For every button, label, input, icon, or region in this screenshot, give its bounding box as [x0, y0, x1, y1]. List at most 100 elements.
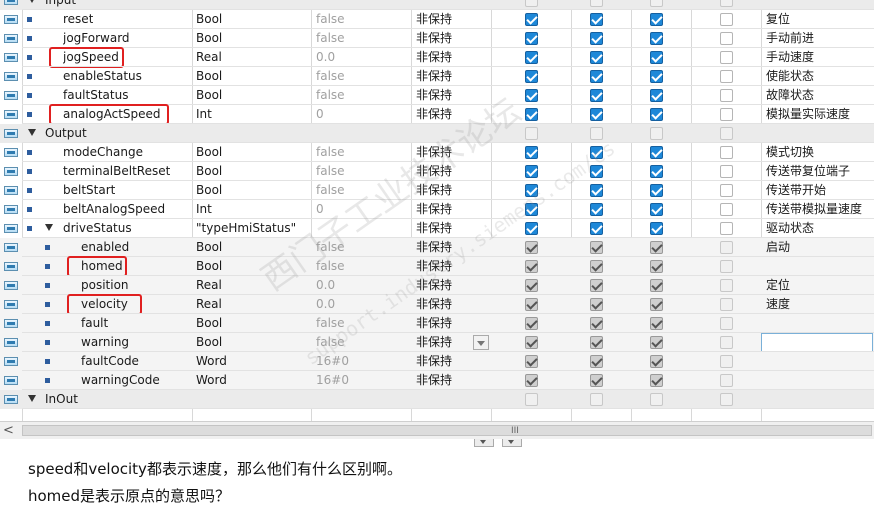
variable-name[interactable]: reset [63, 10, 93, 29]
visible-in-hmi-checkbox[interactable] [650, 184, 663, 197]
variable-name[interactable]: beltAnalogSpeed [63, 200, 165, 219]
retain-setting[interactable]: 非保持 [416, 314, 452, 333]
visible-in-hmi-checkbox[interactable] [650, 165, 663, 178]
variable-name[interactable]: terminalBeltReset [63, 162, 170, 181]
default-value[interactable]: false [316, 314, 345, 333]
comment-text[interactable]: 定位 [766, 276, 790, 295]
retain-setting[interactable]: 非保持 [416, 162, 452, 181]
data-type[interactable]: Bool [196, 333, 222, 352]
comment-text[interactable]: 复位 [766, 10, 790, 29]
comment-text[interactable]: 使能状态 [766, 67, 814, 86]
data-type[interactable]: Real [196, 48, 222, 67]
variable-name[interactable]: driveStatus [63, 219, 132, 238]
accessible-from-hmi-checkbox[interactable] [525, 184, 538, 197]
table-row[interactable]: homed Bool false 非保持 [0, 256, 874, 277]
variable-name[interactable]: beltStart [63, 181, 115, 200]
visible-in-hmi-checkbox[interactable] [650, 203, 663, 216]
variable-name[interactable]: warningCode [81, 371, 160, 390]
visible-in-hmi-checkbox[interactable] [650, 260, 663, 273]
default-value[interactable]: 16#0 [316, 371, 349, 390]
default-value[interactable]: 0.0 [316, 276, 335, 295]
data-type[interactable]: Bool [196, 67, 222, 86]
default-value[interactable]: false [316, 257, 345, 276]
writable-from-hmi-checkbox[interactable] [590, 108, 603, 121]
table-row[interactable]: modeChange Bool false 非保持 模式切换 [0, 143, 874, 162]
visible-in-hmi-checkbox[interactable] [650, 336, 663, 349]
section-row[interactable]: Output [0, 124, 874, 143]
variable-name[interactable]: faultCode [81, 352, 139, 371]
writable-from-hmi-checkbox[interactable] [590, 184, 603, 197]
retain-setting[interactable]: 非保持 [416, 238, 452, 257]
default-value[interactable]: false [316, 143, 345, 162]
table-row[interactable]: enableStatus Bool false 非保持 使能状态 [0, 67, 874, 86]
collapse-triangle-icon[interactable] [28, 129, 36, 136]
comment-text[interactable]: 模拟量实际速度 [766, 105, 850, 124]
writable-from-hmi-checkbox[interactable] [590, 203, 603, 216]
default-value[interactable]: 16#0 [316, 352, 349, 371]
retain-setting[interactable]: 非保持 [416, 276, 452, 295]
table-row[interactable]: warning Bool false 非保持 [0, 333, 874, 352]
setpoint-checkbox[interactable] [720, 70, 733, 83]
data-type[interactable]: Bool [196, 143, 222, 162]
data-type[interactable]: Bool [196, 257, 222, 276]
panel-expand-tab[interactable] [502, 439, 522, 447]
accessible-from-hmi-checkbox[interactable] [525, 260, 538, 273]
setpoint-checkbox[interactable] [720, 241, 733, 254]
setpoint-checkbox[interactable] [720, 146, 733, 159]
table-row[interactable]: beltAnalogSpeed Int 0 非保持 传送带模拟量速度 [0, 200, 874, 219]
accessible-from-hmi-checkbox[interactable] [525, 241, 538, 254]
collapse-triangle-icon[interactable] [28, 395, 36, 402]
retain-setting[interactable]: 非保持 [416, 200, 452, 219]
setpoint-checkbox[interactable] [720, 89, 733, 102]
accessible-from-hmi-checkbox[interactable] [525, 13, 538, 26]
visible-in-hmi-checkbox[interactable] [650, 32, 663, 45]
data-type[interactable]: "typeHmiStatus" [196, 219, 296, 238]
default-value[interactable]: 0 [316, 105, 324, 124]
variable-name[interactable]: position [81, 276, 129, 295]
setpoint-checkbox[interactable] [720, 32, 733, 45]
writable-from-hmi-checkbox[interactable] [590, 355, 603, 368]
visible-in-hmi-checkbox[interactable] [650, 241, 663, 254]
writable-from-hmi-checkbox[interactable] [590, 165, 603, 178]
comment-text[interactable]: 传送带开始 [766, 181, 826, 200]
setpoint-checkbox[interactable] [720, 374, 733, 387]
accessible-from-hmi-checkbox[interactable] [525, 279, 538, 292]
visible-in-hmi-checkbox[interactable] [650, 317, 663, 330]
data-type[interactable]: Real [196, 276, 222, 295]
variable-name[interactable]: enabled [81, 238, 129, 257]
writable-from-hmi-checkbox[interactable] [590, 374, 603, 387]
accessible-from-hmi-checkbox[interactable] [525, 203, 538, 216]
default-value[interactable]: false [316, 238, 345, 257]
visible-in-hmi-checkbox[interactable] [650, 374, 663, 387]
accessible-from-hmi-checkbox[interactable] [525, 51, 538, 64]
retain-setting[interactable]: 非保持 [416, 143, 452, 162]
accessible-from-hmi-checkbox[interactable] [525, 89, 538, 102]
visible-in-hmi-checkbox[interactable] [650, 108, 663, 121]
variable-name[interactable]: modeChange [63, 143, 143, 162]
writable-from-hmi-checkbox[interactable] [590, 70, 603, 83]
writable-from-hmi-checkbox[interactable] [590, 317, 603, 330]
variable-name[interactable]: warning [81, 333, 129, 352]
retain-setting[interactable]: 非保持 [416, 10, 452, 29]
writable-from-hmi-checkbox[interactable] [590, 89, 603, 102]
table-row[interactable]: terminalBeltReset Bool false 非保持 传送带复位端子 [0, 162, 874, 181]
visible-in-hmi-checkbox[interactable] [650, 146, 663, 159]
data-type[interactable]: Bool [196, 29, 222, 48]
table-row[interactable]: enabled Bool false 非保持 启动 [0, 238, 874, 257]
section-row[interactable]: InOut [0, 390, 874, 409]
scrollbar-thumb[interactable]: III [22, 425, 872, 436]
data-type[interactable]: Bool [196, 314, 222, 333]
data-type[interactable]: Int [196, 105, 212, 124]
data-type[interactable]: Word [196, 352, 227, 371]
default-value[interactable]: false [316, 67, 345, 86]
retain-setting[interactable]: 非保持 [416, 352, 452, 371]
setpoint-checkbox[interactable] [720, 355, 733, 368]
comment-text[interactable]: 手动前进 [766, 29, 814, 48]
retain-dropdown-button[interactable] [473, 335, 489, 350]
data-type[interactable]: Int [196, 200, 212, 219]
horizontal-scrollbar[interactable]: < III [0, 421, 874, 439]
retain-setting[interactable]: 非保持 [416, 219, 452, 238]
setpoint-checkbox[interactable] [720, 51, 733, 64]
default-value[interactable]: false [316, 86, 345, 105]
writable-from-hmi-checkbox[interactable] [590, 336, 603, 349]
